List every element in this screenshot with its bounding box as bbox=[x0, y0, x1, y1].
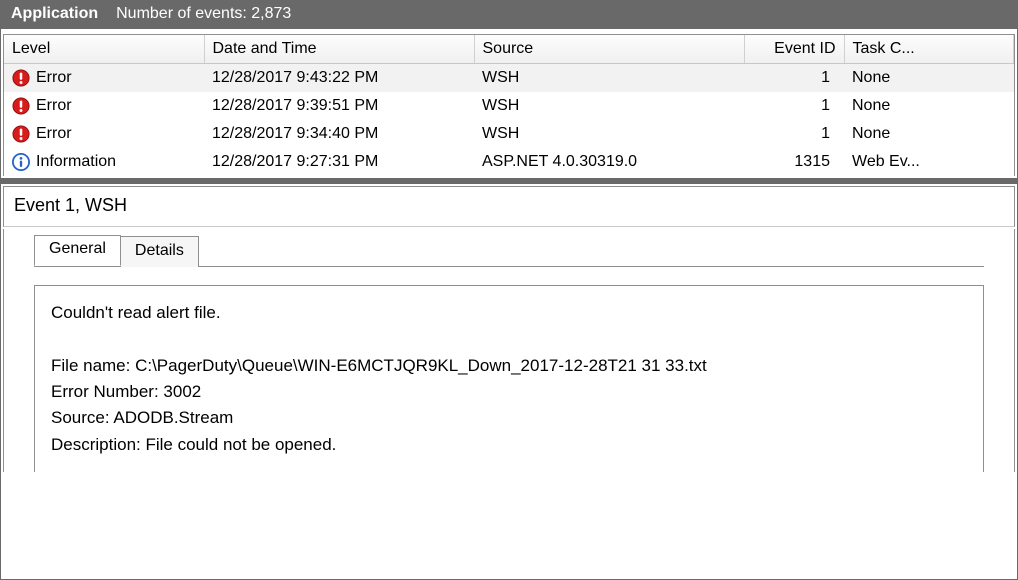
error-icon bbox=[12, 125, 30, 143]
cell-source: WSH bbox=[474, 120, 744, 148]
table-row[interactable]: Error 12/28/2017 9:34:40 PMWSH1None bbox=[4, 120, 1014, 148]
col-event-id[interactable]: Event ID bbox=[744, 35, 844, 64]
detail-tabs: General Details bbox=[3, 229, 1015, 266]
cell-datetime: 12/28/2017 9:43:22 PM bbox=[204, 64, 474, 93]
title-bar: Application Number of events: 2,873 bbox=[1, 1, 1017, 29]
cell-event-id: 1 bbox=[744, 92, 844, 120]
tab-general[interactable]: General bbox=[34, 235, 121, 266]
cell-source: ASP.NET 4.0.30319.0 bbox=[474, 148, 744, 176]
cell-task: None bbox=[844, 92, 1014, 120]
table-row[interactable]: Error 12/28/2017 9:43:22 PMWSH1None bbox=[4, 64, 1014, 93]
cell-source: WSH bbox=[474, 64, 744, 93]
cell-task: None bbox=[844, 120, 1014, 148]
cell-datetime: 12/28/2017 9:34:40 PM bbox=[204, 120, 474, 148]
cell-level: Error bbox=[36, 69, 72, 87]
cell-event-id: 1315 bbox=[744, 148, 844, 176]
error-icon bbox=[12, 97, 30, 115]
col-source[interactable]: Source bbox=[474, 35, 744, 64]
info-icon bbox=[12, 153, 30, 171]
detail-title: Event 1, WSH bbox=[3, 186, 1015, 227]
error-icon bbox=[12, 69, 30, 87]
col-datetime[interactable]: Date and Time bbox=[204, 35, 474, 64]
column-header-row[interactable]: Level Date and Time Source Event ID Task… bbox=[4, 35, 1014, 64]
cell-level: Error bbox=[36, 125, 72, 143]
cell-task: Web Ev... bbox=[844, 148, 1014, 176]
cell-task: None bbox=[844, 64, 1014, 93]
cell-level: Error bbox=[36, 97, 72, 115]
cell-event-id: 1 bbox=[744, 120, 844, 148]
log-name: Application bbox=[11, 5, 98, 23]
table-row[interactable]: Error 12/28/2017 9:39:51 PMWSH1None bbox=[4, 92, 1014, 120]
table-row[interactable]: Information 12/28/2017 9:27:31 PMASP.NET … bbox=[4, 148, 1014, 176]
splitter[interactable] bbox=[1, 178, 1017, 184]
col-level[interactable]: Level bbox=[4, 35, 204, 64]
event-count: Number of events: 2,873 bbox=[116, 5, 291, 23]
cell-datetime: 12/28/2017 9:27:31 PM bbox=[204, 148, 474, 176]
events-table[interactable]: Level Date and Time Source Event ID Task… bbox=[4, 35, 1014, 176]
tab-details[interactable]: Details bbox=[121, 236, 199, 267]
event-message[interactable]: Couldn't read alert file. File name: C:\… bbox=[34, 285, 984, 472]
cell-level: Information bbox=[36, 153, 116, 171]
cell-datetime: 12/28/2017 9:39:51 PM bbox=[204, 92, 474, 120]
cell-event-id: 1 bbox=[744, 64, 844, 93]
col-task[interactable]: Task C... bbox=[844, 35, 1014, 64]
cell-source: WSH bbox=[474, 92, 744, 120]
